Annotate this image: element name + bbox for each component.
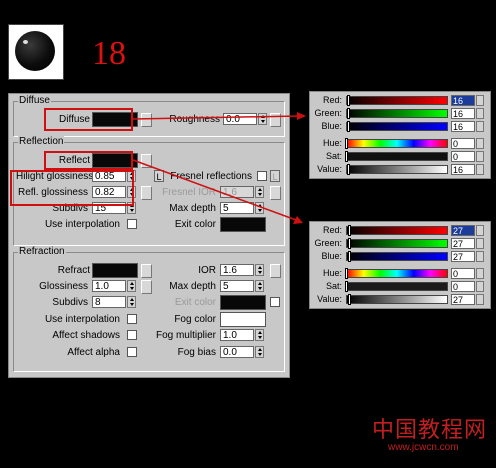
- watermark-url: www.jcwcn.com: [388, 442, 459, 453]
- value-slider[interactable]: [346, 295, 448, 304]
- value-value[interactable]: 16: [451, 164, 475, 175]
- red-label: Red:: [322, 225, 342, 235]
- value-value[interactable]: 27: [451, 294, 475, 305]
- diffuse-green-row: Green: 16: [310, 108, 490, 120]
- green-label: Green:: [314, 108, 342, 118]
- hue-slider-handle[interactable]: [345, 268, 348, 279]
- diffuse-sat-row: Sat: 0: [310, 151, 490, 163]
- red-value[interactable]: 27: [451, 225, 475, 236]
- watermark-text: 中国教程网: [372, 418, 488, 443]
- red-value[interactable]: 16: [451, 95, 475, 106]
- red-slider-handle[interactable]: [347, 95, 350, 106]
- reflect-blue-row: Blue: 27: [310, 251, 490, 263]
- red-spinner[interactable]: [476, 225, 484, 236]
- blue-label: Blue:: [321, 251, 342, 261]
- red-slider-handle[interactable]: [348, 225, 351, 236]
- reflect-green-row: Green: 27: [310, 238, 490, 250]
- green-slider-handle[interactable]: [348, 238, 351, 249]
- green-slider-handle[interactable]: [347, 108, 350, 119]
- diffuse-blue-row: Blue: 16: [310, 121, 490, 133]
- sat-slider-handle[interactable]: [345, 281, 348, 292]
- diffuse-red-row: Red: 16: [310, 95, 490, 107]
- sat-slider[interactable]: [346, 282, 448, 291]
- sat-value[interactable]: 0: [451, 151, 475, 162]
- hue-value[interactable]: 0: [451, 268, 475, 279]
- diffuse-value-row: Value: 16: [310, 164, 490, 176]
- reflect-hue-row: Hue: 0: [310, 268, 490, 280]
- blue-slider[interactable]: [346, 252, 448, 261]
- hue-slider-handle[interactable]: [345, 138, 348, 149]
- hue-slider[interactable]: [346, 269, 448, 278]
- hue-spinner[interactable]: [476, 268, 484, 279]
- value-spinner[interactable]: [476, 164, 484, 175]
- blue-value[interactable]: 16: [451, 121, 475, 132]
- reflect-red-row: Red: 27: [310, 225, 490, 237]
- blue-value[interactable]: 27: [451, 251, 475, 262]
- blue-slider[interactable]: [346, 122, 448, 131]
- red-slider[interactable]: [346, 96, 448, 105]
- hue-label: Hue:: [322, 268, 342, 278]
- reflect-arrow-line: [132, 159, 297, 221]
- sat-spinner[interactable]: [476, 281, 484, 292]
- red-label: Red:: [322, 95, 342, 105]
- green-value[interactable]: 27: [451, 238, 475, 249]
- sat-label: Sat:: [325, 151, 342, 161]
- blue-spinner[interactable]: [476, 121, 484, 132]
- diffuse-hue-row: Hue: 0: [310, 138, 490, 150]
- value-spinner[interactable]: [476, 294, 484, 305]
- green-spinner[interactable]: [476, 108, 484, 119]
- value-slider-handle[interactable]: [348, 294, 351, 305]
- green-slider[interactable]: [346, 239, 448, 248]
- value-slider-handle[interactable]: [347, 164, 350, 175]
- blue-slider-handle[interactable]: [347, 121, 350, 132]
- hue-value[interactable]: 0: [451, 138, 475, 149]
- reflect-color-picker: Red: 27 Green: 27 Blue: 27 Hue: 0 Sat: 0…: [309, 221, 491, 309]
- diffuse-arrow-head: [297, 112, 306, 120]
- green-label: Green:: [314, 238, 342, 248]
- value-label: Value:: [317, 164, 342, 174]
- red-slider[interactable]: [346, 226, 448, 235]
- value-label: Value:: [317, 294, 342, 304]
- hue-spinner[interactable]: [476, 138, 484, 149]
- hue-label: Hue:: [322, 138, 342, 148]
- value-slider[interactable]: [346, 165, 448, 174]
- sat-label: Sat:: [325, 281, 342, 291]
- sat-slider[interactable]: [346, 152, 448, 161]
- blue-spinner[interactable]: [476, 251, 484, 262]
- diffuse-color-picker: Red: 16 Green: 16 Blue: 16 Hue: 0 Sat: 0…: [309, 91, 491, 179]
- red-spinner[interactable]: [476, 95, 484, 106]
- sat-value[interactable]: 0: [451, 281, 475, 292]
- blue-slider-handle[interactable]: [348, 251, 351, 262]
- hue-slider[interactable]: [346, 139, 448, 148]
- green-spinner[interactable]: [476, 238, 484, 249]
- sat-spinner[interactable]: [476, 151, 484, 162]
- green-value[interactable]: 16: [451, 108, 475, 119]
- blue-label: Blue:: [321, 121, 342, 131]
- reflect-sat-row: Sat: 0: [310, 281, 490, 293]
- sat-slider-handle[interactable]: [345, 151, 348, 162]
- green-slider[interactable]: [346, 109, 448, 118]
- reflect-value-row: Value: 27: [310, 294, 490, 306]
- diffuse-arrow-line: [132, 115, 301, 120]
